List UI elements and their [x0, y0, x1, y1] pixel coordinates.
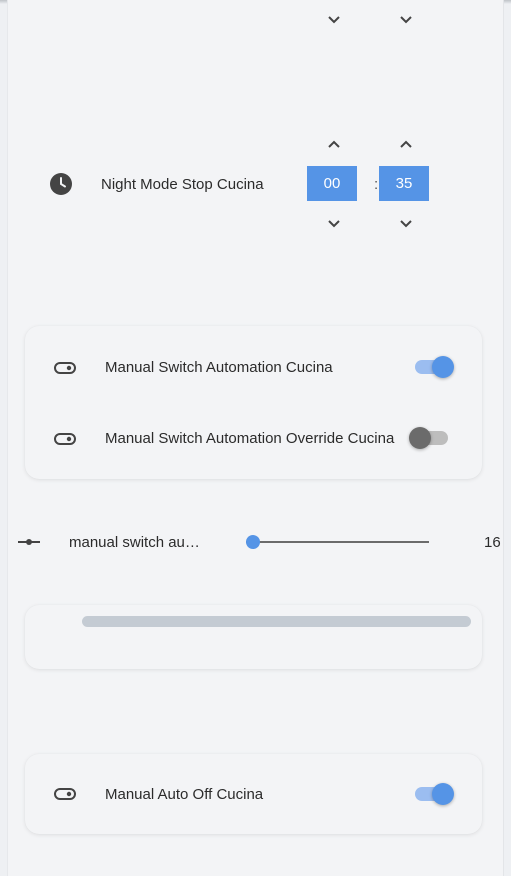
manual-auto-off-label: Manual Auto Off Cucina [105, 786, 264, 803]
hours-decrement-chevron-down-icon[interactable] [327, 15, 341, 25]
hours-decrement-chevron-down-icon[interactable] [327, 219, 341, 229]
toggle-switch-icon [53, 427, 77, 451]
hours-input[interactable]: 00 [307, 166, 357, 201]
toggle-switch-icon [53, 356, 77, 380]
toggle-knob [432, 783, 454, 805]
minutes-decrement-chevron-down-icon[interactable] [399, 219, 413, 229]
slider-icon [17, 530, 41, 554]
minutes-input[interactable]: 35 [379, 166, 429, 201]
minutes-increment-chevron-up-icon[interactable] [399, 139, 413, 149]
slider-track[interactable] [246, 541, 429, 543]
toggle-switch-icon [53, 782, 77, 806]
slider-label: manual switch au… [69, 534, 200, 551]
clock-icon [49, 172, 73, 196]
loading-placeholder-bar [82, 616, 471, 627]
toggle-knob [409, 427, 431, 449]
toggle-knob [432, 356, 454, 378]
manual-switch-card: Manual Switch Automation Cucina Manual S… [25, 326, 482, 479]
slider-value: 16 [484, 534, 501, 551]
minutes-decrement-chevron-down-icon[interactable] [399, 15, 413, 25]
loading-card [25, 605, 482, 669]
night-mode-stop-label: Night Mode Stop Cucina [101, 176, 264, 193]
hours-increment-chevron-up-icon[interactable] [327, 139, 341, 149]
time-separator: : [374, 176, 379, 193]
manual-switch-override-label: Manual Switch Automation Override Cucina [105, 430, 395, 447]
manual-switch-automation-label: Manual Switch Automation Cucina [105, 359, 333, 376]
manual-switch-override-toggle[interactable] [409, 426, 451, 450]
slider-handle[interactable] [246, 535, 260, 549]
manual-switch-automation-toggle[interactable] [412, 355, 454, 379]
auto-off-card: Manual Auto Off Cucina [25, 754, 482, 834]
manual-auto-off-toggle[interactable] [412, 782, 454, 806]
